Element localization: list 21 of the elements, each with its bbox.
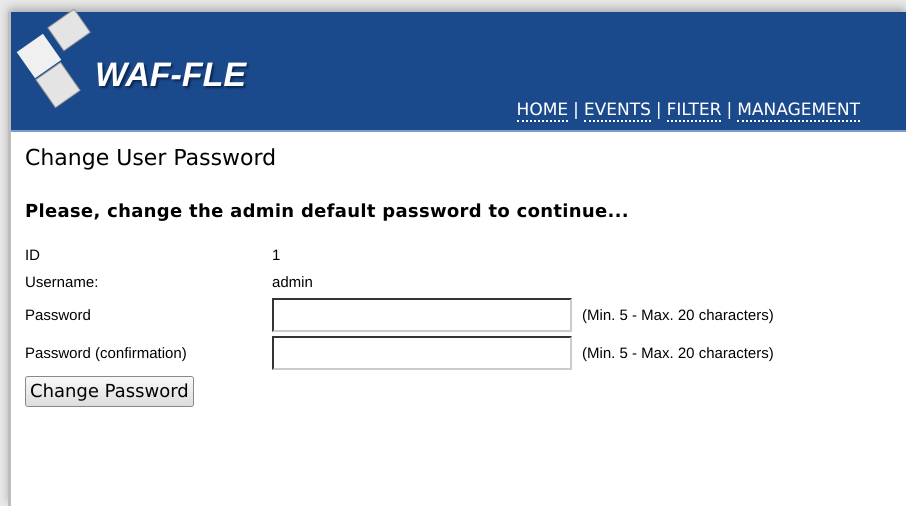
nav-separator: | bbox=[573, 100, 579, 122]
change-password-button[interactable]: Change Password bbox=[25, 376, 194, 407]
nav-link[interactable]: HOME bbox=[516, 100, 568, 122]
field-label: ID bbox=[25, 246, 41, 266]
field-hint: (Min. 5 - Max. 20 characters) bbox=[582, 306, 775, 326]
nav-link[interactable]: FILTER bbox=[666, 100, 722, 122]
nav-separator: | bbox=[656, 100, 662, 122]
nav-link[interactable]: EVENTS bbox=[584, 100, 651, 122]
field-label: Username: bbox=[25, 273, 100, 293]
field-label: Password (confirmation) bbox=[25, 344, 188, 364]
field-hint: (Min. 5 - Max. 20 characters) bbox=[582, 344, 775, 364]
logo-text: WAF-FLE bbox=[95, 56, 246, 94]
nav-separator: | bbox=[726, 100, 732, 122]
field-label: Password bbox=[25, 306, 92, 326]
password-field[interactable] bbox=[272, 336, 572, 370]
password-field[interactable] bbox=[272, 298, 572, 332]
notice-text: Please, change the admin default password to continue... bbox=[25, 201, 630, 222]
nav-link[interactable]: MANAGEMENT bbox=[737, 100, 860, 122]
field-value: admin bbox=[272, 273, 314, 293]
field-value: 1 bbox=[272, 246, 282, 266]
page-title: Change User Password bbox=[25, 146, 278, 171]
